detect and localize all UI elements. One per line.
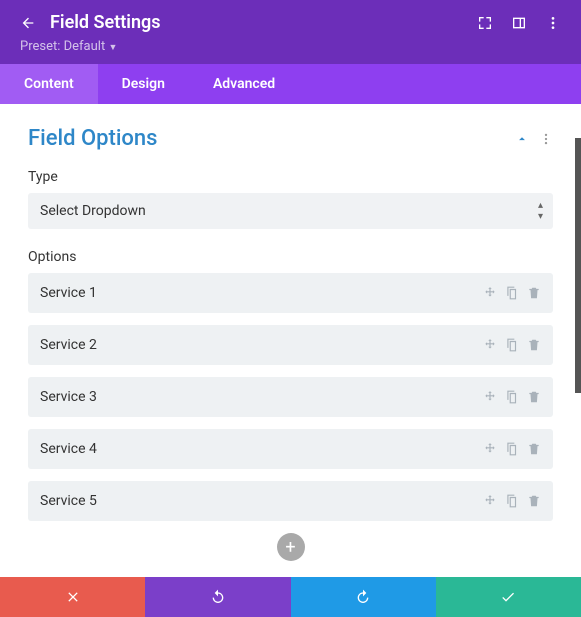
- option-label: Service 4: [40, 441, 483, 457]
- add-option-button[interactable]: +: [277, 533, 305, 561]
- tabs: Content Design Advanced: [0, 64, 581, 104]
- back-icon[interactable]: [20, 15, 36, 31]
- duplicate-icon[interactable]: [505, 494, 519, 508]
- options-list: Service 1 Service 2 Service 3 Service 4 …: [28, 273, 553, 521]
- move-icon[interactable]: [483, 442, 497, 456]
- duplicate-icon[interactable]: [505, 442, 519, 456]
- more-icon[interactable]: [545, 15, 561, 31]
- undo-button[interactable]: [145, 577, 290, 617]
- type-select[interactable]: Select Dropdown: [28, 193, 553, 229]
- tab-design[interactable]: Design: [98, 64, 189, 104]
- option-row[interactable]: Service 2: [28, 325, 553, 365]
- confirm-button[interactable]: [436, 577, 581, 617]
- section-title: Field Options: [28, 126, 505, 151]
- redo-button[interactable]: [291, 577, 436, 617]
- delete-icon[interactable]: [527, 286, 541, 300]
- preset-dropdown[interactable]: Preset: Default ▼: [20, 39, 561, 54]
- option-label: Service 2: [40, 337, 483, 353]
- delete-icon[interactable]: [527, 494, 541, 508]
- section-more-icon[interactable]: [539, 132, 553, 146]
- scrollbar[interactable]: [575, 138, 581, 393]
- option-label: Service 1: [40, 285, 483, 301]
- move-icon[interactable]: [483, 286, 497, 300]
- type-label: Type: [28, 169, 553, 185]
- delete-icon[interactable]: [527, 390, 541, 404]
- page-title: Field Settings: [50, 12, 463, 33]
- panel-icon[interactable]: [511, 15, 527, 31]
- footer-actions: [0, 577, 581, 617]
- option-label: Service 5: [40, 493, 483, 509]
- move-icon[interactable]: [483, 338, 497, 352]
- move-icon[interactable]: [483, 494, 497, 508]
- duplicate-icon[interactable]: [505, 338, 519, 352]
- option-row[interactable]: Service 3: [28, 377, 553, 417]
- collapse-icon[interactable]: [515, 132, 529, 146]
- cancel-button[interactable]: [0, 577, 145, 617]
- option-label: Service 3: [40, 389, 483, 405]
- delete-icon[interactable]: [527, 338, 541, 352]
- tab-content[interactable]: Content: [0, 64, 98, 104]
- move-icon[interactable]: [483, 390, 497, 404]
- duplicate-icon[interactable]: [505, 390, 519, 404]
- tab-advanced[interactable]: Advanced: [189, 64, 299, 104]
- option-row[interactable]: Service 1: [28, 273, 553, 313]
- duplicate-icon[interactable]: [505, 286, 519, 300]
- delete-icon[interactable]: [527, 442, 541, 456]
- header-bar: Field Settings Preset: Default ▼: [0, 0, 581, 64]
- expand-icon[interactable]: [477, 15, 493, 31]
- options-label: Options: [28, 249, 553, 265]
- option-row[interactable]: Service 4: [28, 429, 553, 469]
- content-panel: Field Options Type Select Dropdown ▴▾ Op…: [0, 104, 581, 571]
- option-row[interactable]: Service 5: [28, 481, 553, 521]
